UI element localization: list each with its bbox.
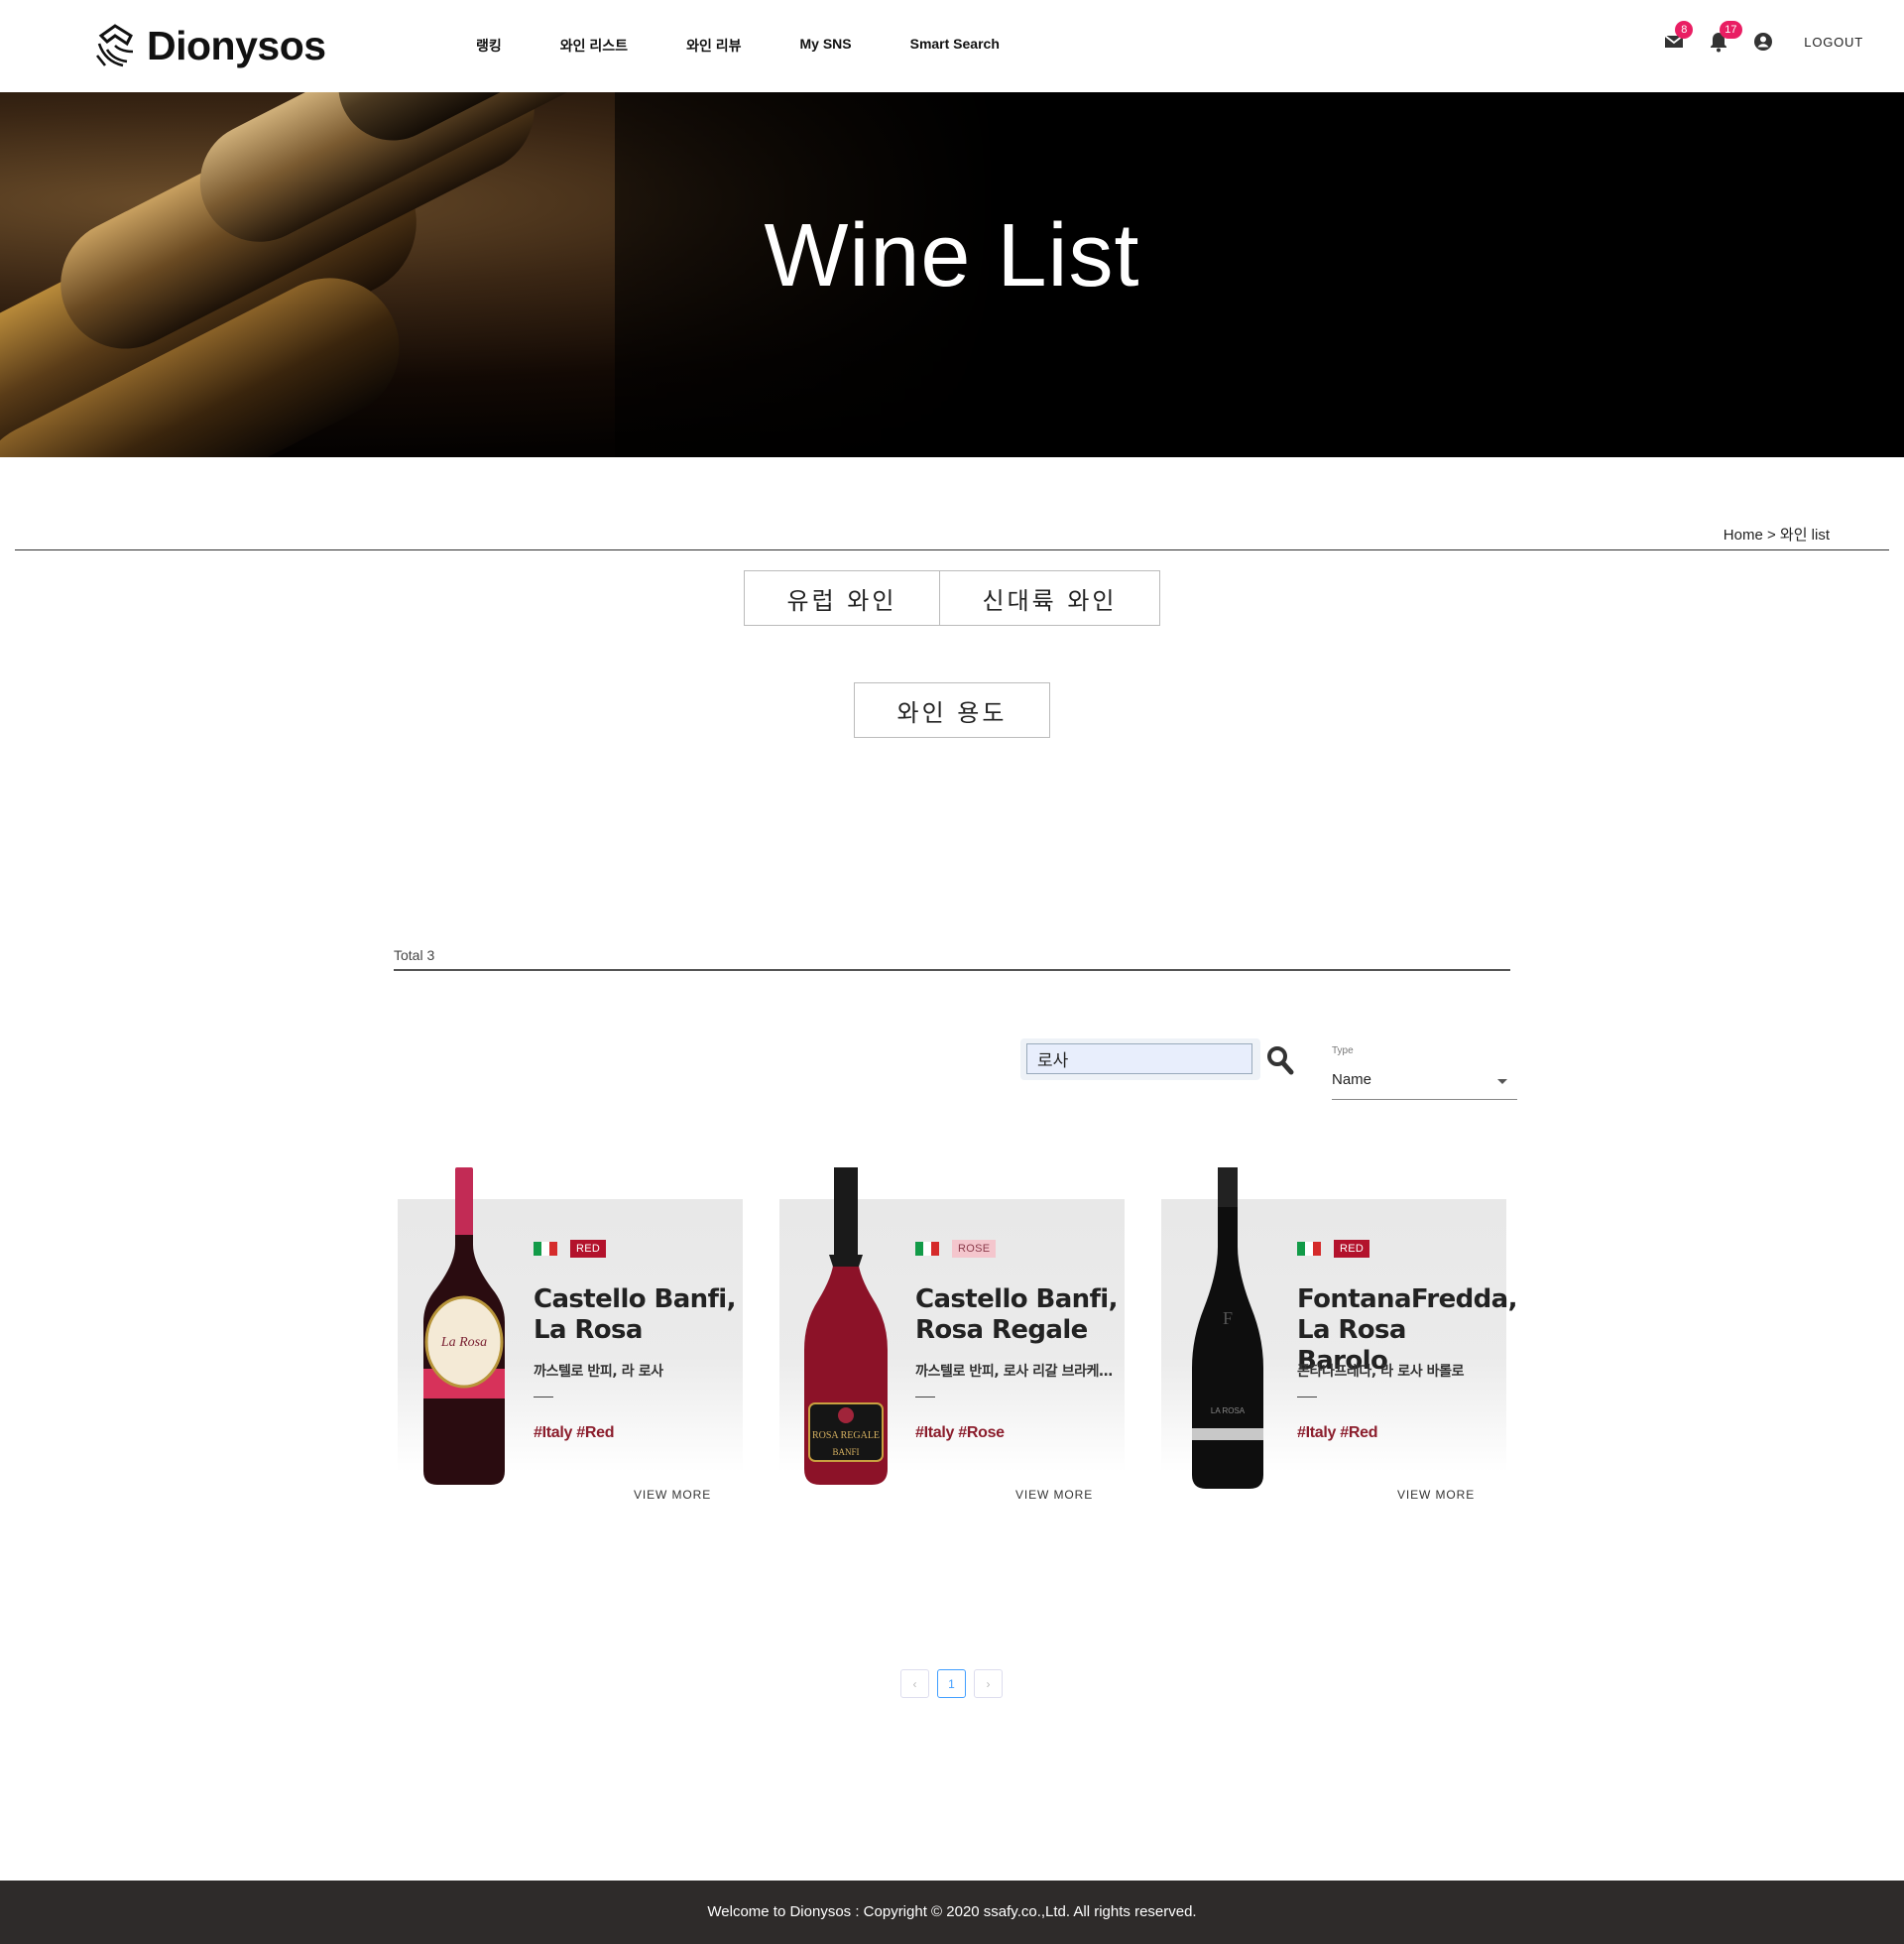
view-more-link[interactable]: VIEW MORE xyxy=(1397,1488,1475,1502)
view-more-link[interactable]: VIEW MORE xyxy=(634,1488,711,1502)
logo[interactable]: Dionysos xyxy=(93,22,326,69)
svg-text:LA ROSA: LA ROSA xyxy=(1211,1406,1246,1415)
search-box xyxy=(1020,1038,1260,1080)
nav-wine-list[interactable]: 와인 리스트 xyxy=(560,36,628,56)
wine-korean-name: 까스텔로 반피, 로사 리갈 브라케토 다퀴 xyxy=(915,1364,1114,1380)
search-icon[interactable] xyxy=(1266,1045,1294,1075)
wine-korean-name: 폰타나프레다, 라 로사 바롤로 xyxy=(1297,1364,1465,1380)
wine-card[interactable]: ROSA REGALE BANFI ROSE Castello Banfi, R… xyxy=(779,1165,1125,1503)
nav-wine-review[interactable]: 와인 리뷰 xyxy=(686,36,741,56)
notification-badge: 17 xyxy=(1720,21,1742,39)
logo-text: Dionysos xyxy=(147,22,326,68)
wine-type-badge: RED xyxy=(570,1240,607,1258)
wine-hashtags: #Italy #Red xyxy=(534,1424,615,1441)
wine-hashtags: #Italy #Rose xyxy=(915,1424,1005,1441)
logout-link[interactable]: LOGOUT xyxy=(1804,35,1863,50)
page-number-button[interactable]: 1 xyxy=(937,1669,966,1698)
svg-text:ROSA REGALE: ROSA REGALE xyxy=(812,1430,880,1441)
footer: Welcome to Dionysos : Copyright © 2020 s… xyxy=(0,1881,1904,1944)
search-input[interactable] xyxy=(1026,1043,1252,1074)
wine-korean-name: 까스텔로 반피, 라 로사 xyxy=(534,1364,663,1380)
main-nav: 랭킹 와인 리스트 와인 리뷰 My SNS Smart Search xyxy=(476,36,1000,56)
top-header: Dionysos 랭킹 와인 리스트 와인 리뷰 My SNS Smart Se… xyxy=(0,0,1904,92)
wine-name[interactable]: Castello Banfi, Rosa Regale xyxy=(915,1284,1119,1346)
wine-usage-button[interactable]: 와인 용도 xyxy=(854,682,1050,738)
wine-type-badge: ROSE xyxy=(952,1240,997,1258)
breadcrumb: Home > 와인 list xyxy=(1723,527,1830,544)
wine-card[interactable]: F LA ROSA RED FontanaFredda, La Rosa Bar… xyxy=(1161,1165,1518,1503)
svg-text:La Rosa: La Rosa xyxy=(440,1335,487,1350)
divider xyxy=(15,549,1889,550)
hero-banner: Wine List xyxy=(0,92,1904,457)
type-filter-value: Name xyxy=(1332,1071,1372,1088)
svg-text:F: F xyxy=(1223,1308,1233,1328)
wine-bottle-image: ROSA REGALE BANFI xyxy=(804,1167,888,1485)
page-title: Wine List xyxy=(764,206,1140,305)
wine-bottle-image: La Rosa xyxy=(423,1167,505,1485)
wine-hashtags: #Italy #Red xyxy=(1297,1424,1378,1441)
type-filter-select[interactable]: Name xyxy=(1332,1068,1517,1100)
wine-card[interactable]: La Rosa RED Castello Banfi, La Rosa 까스텔로… xyxy=(398,1165,743,1503)
italy-flag-icon xyxy=(534,1242,557,1256)
new-world-wine-button[interactable]: 신대륙 와인 xyxy=(940,570,1160,626)
logo-icon xyxy=(95,24,134,67)
mail-button[interactable]: 8 xyxy=(1662,21,1694,54)
italy-flag-icon xyxy=(915,1242,939,1256)
nav-smart-search[interactable]: Smart Search xyxy=(910,36,1000,56)
header-actions: 8 17 LOGOUT xyxy=(1662,21,1863,54)
svg-text:BANFI: BANFI xyxy=(832,1447,859,1457)
type-filter-label: Type xyxy=(1332,1045,1354,1056)
prev-page-button[interactable]: ‹ xyxy=(900,1669,929,1698)
notification-button[interactable]: 17 xyxy=(1707,21,1742,54)
region-tabs: 유럽 와인 신대륙 와인 xyxy=(744,570,1160,626)
divider xyxy=(394,969,1510,971)
nav-ranking[interactable]: 랭킹 xyxy=(476,36,502,56)
total-count: Total 3 xyxy=(394,947,435,963)
wine-type-badge: RED xyxy=(1334,1240,1370,1258)
chevron-down-icon xyxy=(1497,1079,1507,1084)
nav-my-sns[interactable]: My SNS xyxy=(799,36,851,56)
italy-flag-icon xyxy=(1297,1242,1321,1256)
next-page-button[interactable]: › xyxy=(974,1669,1003,1698)
mail-badge: 8 xyxy=(1675,21,1694,39)
account-icon xyxy=(1754,33,1773,51)
wine-name[interactable]: Castello Banfi, La Rosa xyxy=(534,1284,737,1346)
account-button[interactable] xyxy=(1751,30,1775,54)
europe-wine-button[interactable]: 유럽 와인 xyxy=(744,570,940,626)
view-more-link[interactable]: VIEW MORE xyxy=(1015,1488,1093,1502)
wine-bottle-image: F LA ROSA xyxy=(1192,1167,1263,1489)
pagination: ‹ 1 › xyxy=(900,1669,1003,1698)
